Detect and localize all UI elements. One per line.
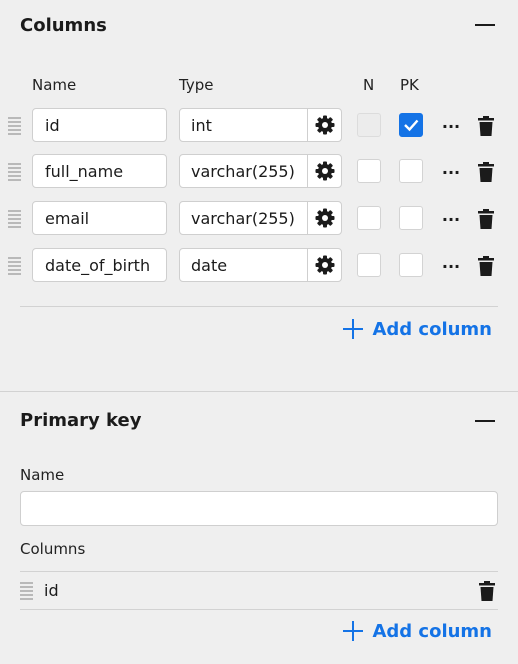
column-header-nullable: N <box>363 76 375 94</box>
pk-add-column-label: Add column <box>372 620 492 642</box>
section-divider <box>0 391 518 392</box>
column-name-input[interactable] <box>32 108 167 142</box>
columns-section-title: Columns <box>20 15 107 36</box>
pk-columns-label: Columns <box>20 540 86 558</box>
add-column-label: Add column <box>372 318 492 340</box>
pk-column-name: id <box>44 581 59 600</box>
column-row: varchar(255) ... <box>0 201 518 237</box>
plus-icon <box>343 621 364 641</box>
column-name-input[interactable] <box>32 201 167 235</box>
checkmark-icon <box>404 119 419 132</box>
nullable-checkbox[interactable] <box>357 113 381 137</box>
column-type-value: date <box>191 256 228 275</box>
column-row: int ... <box>0 108 518 144</box>
trash-icon[interactable] <box>478 581 496 601</box>
trash-icon[interactable] <box>477 209 495 229</box>
pk-name-input[interactable] <box>20 491 498 526</box>
plus-icon <box>343 319 364 339</box>
more-options-button[interactable]: ... <box>441 208 461 229</box>
trash-icon[interactable] <box>477 116 495 136</box>
pk-checkbox[interactable] <box>399 113 423 137</box>
gear-icon[interactable] <box>307 249 341 281</box>
column-row: varchar(255) ... <box>0 154 518 190</box>
pk-columns-bottom-divider <box>20 609 498 610</box>
primary-key-section-title: Primary key <box>20 410 142 431</box>
pk-column-row: id <box>20 572 498 610</box>
more-options-button[interactable]: ... <box>441 161 461 182</box>
more-options-button[interactable]: ... <box>441 255 461 276</box>
columns-divider <box>20 306 498 307</box>
drag-handle-icon[interactable] <box>8 117 21 135</box>
column-type-field[interactable]: varchar(255) <box>179 154 342 188</box>
add-column-button[interactable]: Add column <box>342 318 492 340</box>
column-row: date ... <box>0 248 518 284</box>
trash-icon[interactable] <box>477 162 495 182</box>
pk-checkbox[interactable] <box>399 253 423 277</box>
column-name-input[interactable] <box>32 154 167 188</box>
column-header-type: Type <box>179 76 214 94</box>
column-type-value: varchar(255) <box>191 209 295 228</box>
pk-add-column-button[interactable]: Add column <box>342 620 492 642</box>
pk-checkbox[interactable] <box>399 206 423 230</box>
drag-handle-icon[interactable] <box>20 582 33 600</box>
columns-section: Columns Name Type N PK int ... varchar(2… <box>0 0 518 391</box>
trash-icon[interactable] <box>477 256 495 276</box>
gear-icon[interactable] <box>307 202 341 234</box>
gear-icon[interactable] <box>307 155 341 187</box>
column-type-field[interactable]: int <box>179 108 342 142</box>
pk-checkbox[interactable] <box>399 159 423 183</box>
collapse-columns-button[interactable] <box>474 14 496 36</box>
column-header-name: Name <box>32 76 77 94</box>
column-name-input[interactable] <box>32 248 167 282</box>
column-type-value: varchar(255) <box>191 162 295 181</box>
nullable-checkbox[interactable] <box>357 253 381 277</box>
column-type-field[interactable]: varchar(255) <box>179 201 342 235</box>
gear-icon[interactable] <box>307 109 341 141</box>
collapse-primary-key-button[interactable] <box>474 410 496 432</box>
nullable-checkbox[interactable] <box>357 159 381 183</box>
drag-handle-icon[interactable] <box>8 257 21 275</box>
column-type-field[interactable]: date <box>179 248 342 282</box>
drag-handle-icon[interactable] <box>8 163 21 181</box>
pk-name-label: Name <box>20 466 65 484</box>
column-header-pk: PK <box>400 76 419 94</box>
column-type-value: int <box>191 116 212 135</box>
drag-handle-icon[interactable] <box>8 210 21 228</box>
more-options-button[interactable]: ... <box>441 115 461 136</box>
nullable-checkbox[interactable] <box>357 206 381 230</box>
